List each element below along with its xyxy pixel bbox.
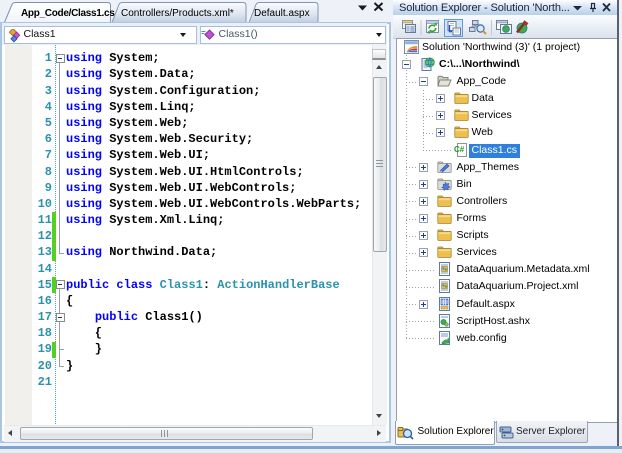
svg-text:C#: C# [454, 145, 465, 154]
